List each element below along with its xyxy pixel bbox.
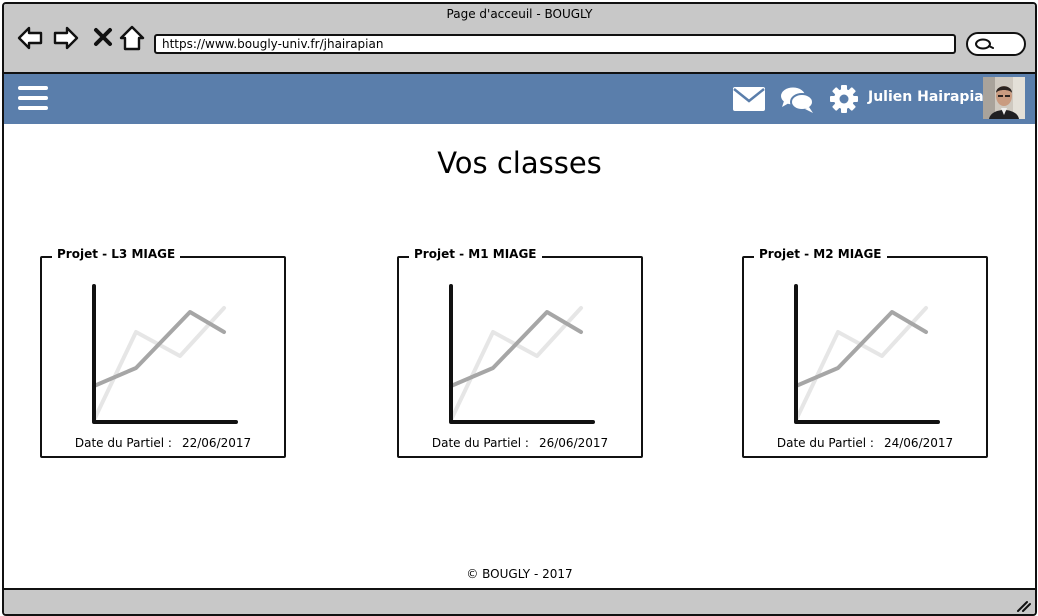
avatar[interactable] bbox=[983, 77, 1025, 119]
user-name[interactable]: Julien Hairapian bbox=[868, 89, 994, 105]
card-title: Projet - M1 MIAGE bbox=[409, 247, 542, 261]
exam-date: Date du Partiel : 22/06/2017 bbox=[42, 436, 284, 450]
home-icon[interactable] bbox=[118, 24, 146, 52]
exam-date: Date du Partiel : 26/06/2017 bbox=[399, 436, 641, 450]
close-icon[interactable] bbox=[90, 24, 118, 52]
gear-icon[interactable] bbox=[830, 85, 858, 115]
browser-window: Page d'acceuil - BOUGLY https://www.boug… bbox=[2, 2, 1037, 616]
exam-date-label: Date du Partiel : bbox=[74, 436, 172, 450]
app-header: Julien Hairapian bbox=[4, 74, 1035, 124]
mail-icon[interactable] bbox=[732, 86, 766, 116]
exam-date-value: 24/06/2017 bbox=[883, 436, 954, 450]
card-title: Projet - M2 MIAGE bbox=[754, 247, 887, 261]
class-card-m1-miage[interactable]: Projet - M1 MIAGE Date du Partiel : 26/06… bbox=[397, 247, 643, 458]
search-icon bbox=[975, 38, 994, 50]
back-arrow-icon[interactable] bbox=[16, 24, 44, 52]
browser-chrome: Page d'acceuil - BOUGLY https://www.boug… bbox=[4, 4, 1035, 74]
exam-date-value: 26/06/2017 bbox=[538, 436, 609, 450]
status-bar bbox=[4, 588, 1035, 614]
menu-icon[interactable] bbox=[18, 86, 48, 112]
address-bar[interactable]: https://www.bougly-univ.fr/jhairapian bbox=[154, 34, 956, 54]
window-title: Page d'acceuil - BOUGLY bbox=[446, 7, 593, 21]
chart-thumbnail-icon bbox=[449, 284, 595, 424]
exam-date-label: Date du Partiel : bbox=[776, 436, 874, 450]
chart-thumbnail-icon bbox=[92, 284, 238, 424]
class-card-m2-miage[interactable]: Projet - M2 MIAGE Date du Partiel : 24/06… bbox=[742, 247, 988, 458]
browser-search-box[interactable] bbox=[966, 32, 1026, 56]
page-title: Vos classes bbox=[437, 146, 602, 180]
card-title: Projet - L3 MIAGE bbox=[52, 247, 181, 261]
chart-thumbnail-icon bbox=[794, 284, 940, 424]
class-card-l3-miage[interactable]: Projet - L3 MIAGE Date du Partiel : 22/06… bbox=[40, 247, 286, 458]
exam-date: Date du Partiel : 24/06/2017 bbox=[744, 436, 986, 450]
resize-grip-icon[interactable] bbox=[1015, 599, 1031, 613]
chat-icon[interactable] bbox=[780, 86, 814, 116]
exam-date-label: Date du Partiel : bbox=[431, 436, 529, 450]
footer-copyright: © BOUGLY - 2017 bbox=[466, 567, 573, 581]
forward-arrow-icon[interactable] bbox=[52, 24, 80, 52]
exam-date-value: 22/06/2017 bbox=[181, 436, 252, 450]
